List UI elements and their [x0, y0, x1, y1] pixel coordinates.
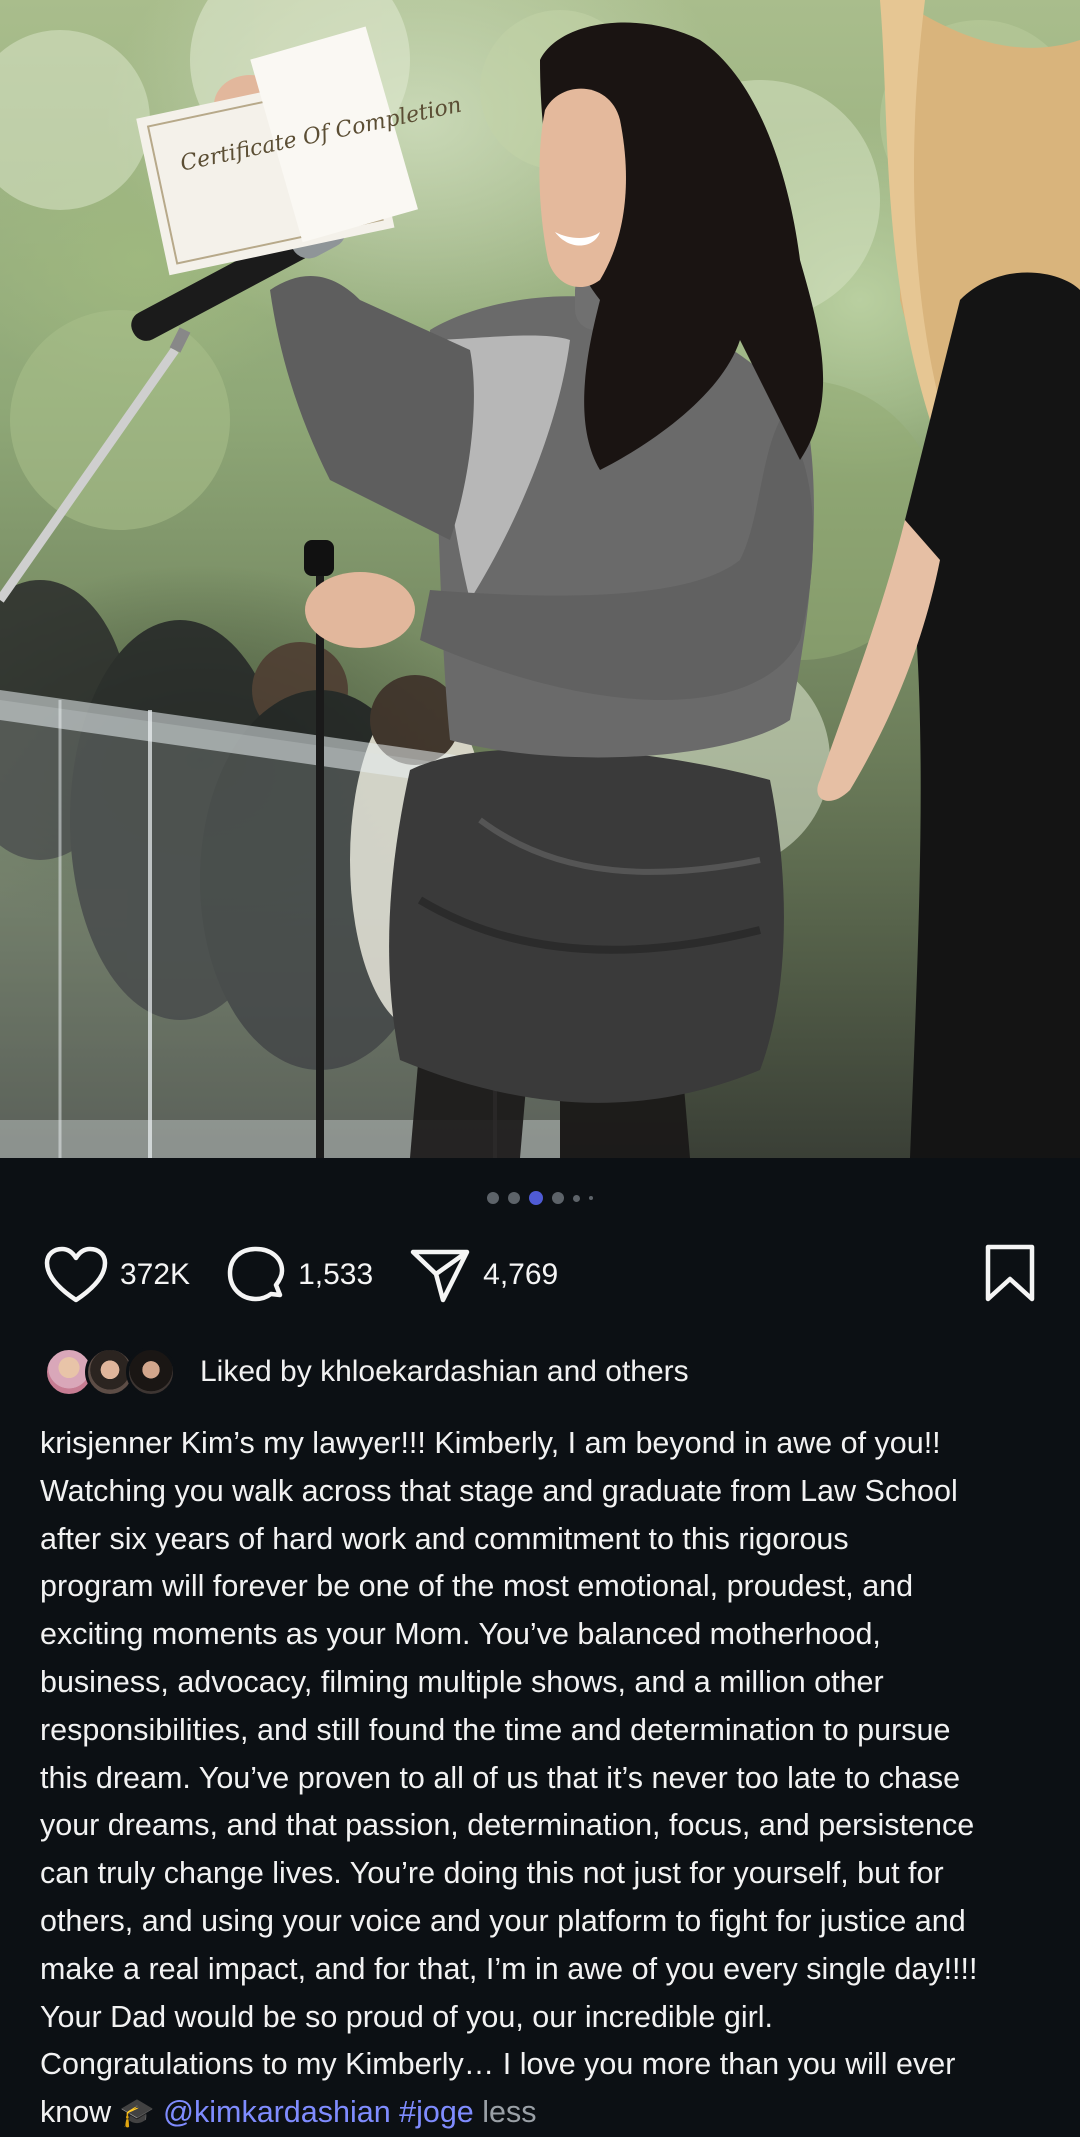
caption-line: Your Dad would be so proud of you, our i…: [40, 1999, 774, 2034]
comment-button[interactable]: 1,533: [226, 1245, 373, 1305]
avatar: [126, 1347, 176, 1397]
like-button[interactable]: 372K: [44, 1246, 190, 1304]
caption-line: Watching you walk across that stage and …: [40, 1473, 958, 1508]
caption-line: program will forever be one of the most …: [40, 1569, 914, 1604]
caption-line: after six years of hard work and commitm…: [40, 1521, 849, 1556]
caption-line: Congratulations to my Kimberly… I love y…: [40, 2047, 956, 2082]
hashtag-link[interactable]: #joge: [399, 2095, 474, 2129]
caption-line: know 🎓 @kimkardashian #joge less: [40, 2089, 1050, 2137]
carousel-dot: [589, 1196, 593, 1200]
caption-text: know: [40, 2095, 112, 2130]
caption-line: business, advocacy, filming multiple sho…: [40, 1664, 884, 1699]
carousel-dot: [508, 1192, 520, 1204]
save-button[interactable]: [984, 1243, 1036, 1307]
caption-line: exciting moments as your Mom. You’ve bal…: [40, 1617, 881, 1652]
comment-count: 1,533: [298, 1258, 374, 1291]
caption-line: this dream. You’ve proven to all of us t…: [40, 1760, 961, 1795]
post-action-bar: 372K 1,533 4,769: [44, 1240, 1036, 1310]
caption-username[interactable]: krisjenner: [40, 1426, 172, 1460]
carousel-indicator: [0, 1191, 1080, 1205]
post-caption: krisjenner Kim’s my lawyer!!! Kimberly, …: [40, 1420, 1050, 2137]
caption-line: krisjenner Kim’s my lawyer!!! Kimberly, …: [40, 1420, 1050, 1468]
less-button[interactable]: less: [482, 2095, 536, 2129]
photo-illustration: Certificate Of Completion: [0, 0, 1080, 1158]
liked-by-text: Liked by khloekardashian and others: [200, 1355, 689, 1388]
graduation-cap-emoji: 🎓: [119, 2097, 155, 2129]
caption-line: others, and using your voice and your pl…: [40, 1903, 966, 1938]
mention-link[interactable]: @kimkardashian: [163, 2095, 391, 2129]
heart-icon: [44, 1246, 108, 1303]
liked-by-row[interactable]: Liked by khloekardashian and others: [44, 1344, 689, 1400]
like-count: 372K: [120, 1258, 191, 1291]
caption-line: your dreams, and that passion, determina…: [40, 1808, 975, 1843]
carousel-dot: [573, 1194, 580, 1202]
post-photo[interactable]: Certificate Of Completion: [0, 0, 1080, 1158]
caption-line: make a real impact, and for that, I’m in…: [40, 1951, 978, 1986]
liker-avatars: [44, 1345, 176, 1399]
carousel-dot-active: [529, 1191, 543, 1205]
caption-text: Kim’s my lawyer!!! Kimberly, I am beyond…: [180, 1426, 941, 1460]
carousel-dot: [552, 1192, 564, 1204]
caption-line: can truly change lives. You’re doing thi…: [40, 1856, 944, 1891]
share-button[interactable]: 4,769: [409, 1246, 558, 1304]
share-count: 4,769: [483, 1258, 559, 1291]
carousel-dot: [487, 1192, 499, 1204]
bookmark-icon: [985, 1244, 1035, 1302]
caption-line: responsibilities, and still found the ti…: [40, 1712, 951, 1747]
send-icon: [410, 1249, 470, 1303]
comment-icon: [227, 1246, 285, 1302]
